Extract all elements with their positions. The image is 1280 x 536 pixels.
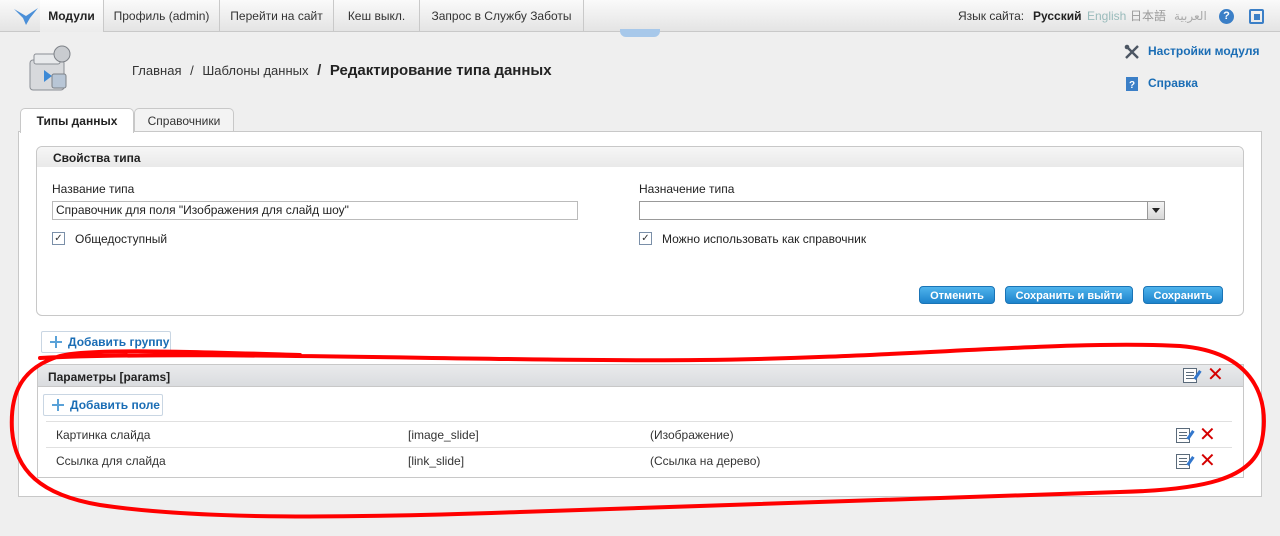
chevron-down-icon[interactable] bbox=[1147, 202, 1164, 219]
field-identifier: [link_slide] bbox=[408, 454, 465, 468]
cancel-button[interactable]: Отменить bbox=[919, 286, 995, 304]
type-name-label: Название типа bbox=[52, 182, 135, 196]
table-row: Картинка слайда [image_slide] (Изображен… bbox=[46, 421, 1232, 447]
tools-icon bbox=[1124, 44, 1139, 59]
add-group-button[interactable]: Добавить группу bbox=[41, 331, 171, 353]
public-checkbox[interactable]: ✓ bbox=[52, 232, 65, 245]
add-field-button[interactable]: Добавить поле bbox=[43, 394, 163, 416]
menu-go-to-site[interactable]: Перейти на сайт bbox=[220, 0, 334, 32]
group-title: Параметры [params] bbox=[48, 370, 171, 384]
add-group-label: Добавить группу bbox=[68, 335, 170, 349]
tab-references[interactable]: Справочники bbox=[134, 108, 234, 132]
type-purpose-label: Назначение типа bbox=[639, 182, 735, 196]
help-link[interactable]: ? Справка bbox=[1124, 76, 1198, 92]
fieldset-header bbox=[37, 147, 1243, 167]
plus-icon bbox=[50, 336, 62, 348]
help-icon[interactable]: ? bbox=[1219, 9, 1234, 24]
svg-text:?: ? bbox=[1129, 80, 1135, 91]
menu-cache[interactable]: Кеш выкл. bbox=[334, 0, 420, 32]
field-name: Ссылка для слайда bbox=[56, 454, 166, 468]
edit-field-icon[interactable] bbox=[1176, 428, 1190, 443]
plus-icon bbox=[52, 399, 64, 411]
tab-data-types[interactable]: Типы данных bbox=[20, 108, 134, 133]
delete-field-icon[interactable]: ✕ bbox=[1199, 451, 1216, 471]
breadcrumb-home[interactable]: Главная bbox=[132, 63, 181, 78]
edit-field-icon[interactable] bbox=[1176, 454, 1190, 469]
main-panel: Свойства типа Название типа Справочник д… bbox=[18, 131, 1262, 497]
site-language-label: Язык сайта: bbox=[958, 9, 1025, 23]
bird-logo-icon[interactable] bbox=[12, 6, 40, 26]
field-identifier: [image_slide] bbox=[408, 428, 479, 442]
params-group: Параметры [params] ✕ Добавить поле Карти… bbox=[37, 364, 1244, 478]
breadcrumb: Главная / Шаблоны данных / Редактировани… bbox=[132, 62, 552, 79]
breadcrumb-data-templates[interactable]: Шаблоны данных bbox=[202, 63, 308, 78]
menu-profile[interactable]: Профиль (admin) bbox=[104, 0, 220, 32]
field-name: Картинка слайда bbox=[56, 428, 151, 442]
delete-group-icon[interactable]: ✕ bbox=[1207, 365, 1224, 385]
lang-arabic[interactable]: العربية bbox=[1174, 0, 1207, 32]
save-button[interactable]: Сохранить bbox=[1143, 286, 1223, 304]
breadcrumb-separator: / bbox=[190, 63, 194, 78]
help-label: Справка bbox=[1148, 76, 1198, 91]
table-row: Ссылка для слайда [link_slide] (Ссылка н… bbox=[46, 447, 1232, 473]
page-title: Редактирование типа данных bbox=[329, 62, 552, 79]
menu-support-request[interactable]: Запрос в Службу Заботы bbox=[420, 0, 584, 32]
module-settings-link[interactable]: Настройки модуля bbox=[1124, 44, 1259, 60]
group-header: Параметры [params] ✕ bbox=[38, 365, 1243, 387]
type-name-input[interactable]: Справочник для поля "Изображения для сла… bbox=[52, 201, 578, 220]
lang-russian[interactable]: Русский bbox=[1033, 0, 1082, 32]
lang-english[interactable]: English bbox=[1087, 0, 1126, 32]
use-as-reference-checkbox[interactable]: ✓ bbox=[639, 232, 652, 245]
lang-japanese[interactable]: 日本語 bbox=[1130, 0, 1166, 32]
help-book-icon: ? bbox=[1126, 77, 1138, 91]
save-and-exit-button[interactable]: Сохранить и выйти bbox=[1005, 286, 1133, 304]
module-box-icon bbox=[29, 45, 71, 91]
exit-icon[interactable] bbox=[1249, 9, 1264, 24]
field-type: (Ссылка на дерево) bbox=[650, 454, 761, 468]
breadcrumb-separator: / bbox=[317, 62, 322, 79]
add-field-label: Добавить поле bbox=[70, 398, 160, 412]
module-settings-label: Настройки модуля bbox=[1148, 44, 1260, 59]
type-properties-legend: Свойства типа bbox=[53, 151, 141, 165]
type-properties-fieldset: Свойства типа Название типа Справочник д… bbox=[36, 146, 1244, 316]
public-label: Общедоступный bbox=[75, 232, 168, 246]
use-as-reference-label: Можно использовать как справочник bbox=[662, 232, 867, 246]
type-purpose-select[interactable] bbox=[639, 201, 1165, 220]
field-type: (Изображение) bbox=[650, 428, 734, 442]
delete-field-icon[interactable]: ✕ bbox=[1199, 425, 1216, 445]
panel-toggle-tab[interactable] bbox=[620, 29, 660, 37]
top-bar: Модули Профиль (admin) Перейти на сайт К… bbox=[0, 0, 1280, 37]
menu-modules[interactable]: Модули bbox=[40, 0, 104, 32]
edit-group-icon[interactable] bbox=[1183, 368, 1197, 383]
